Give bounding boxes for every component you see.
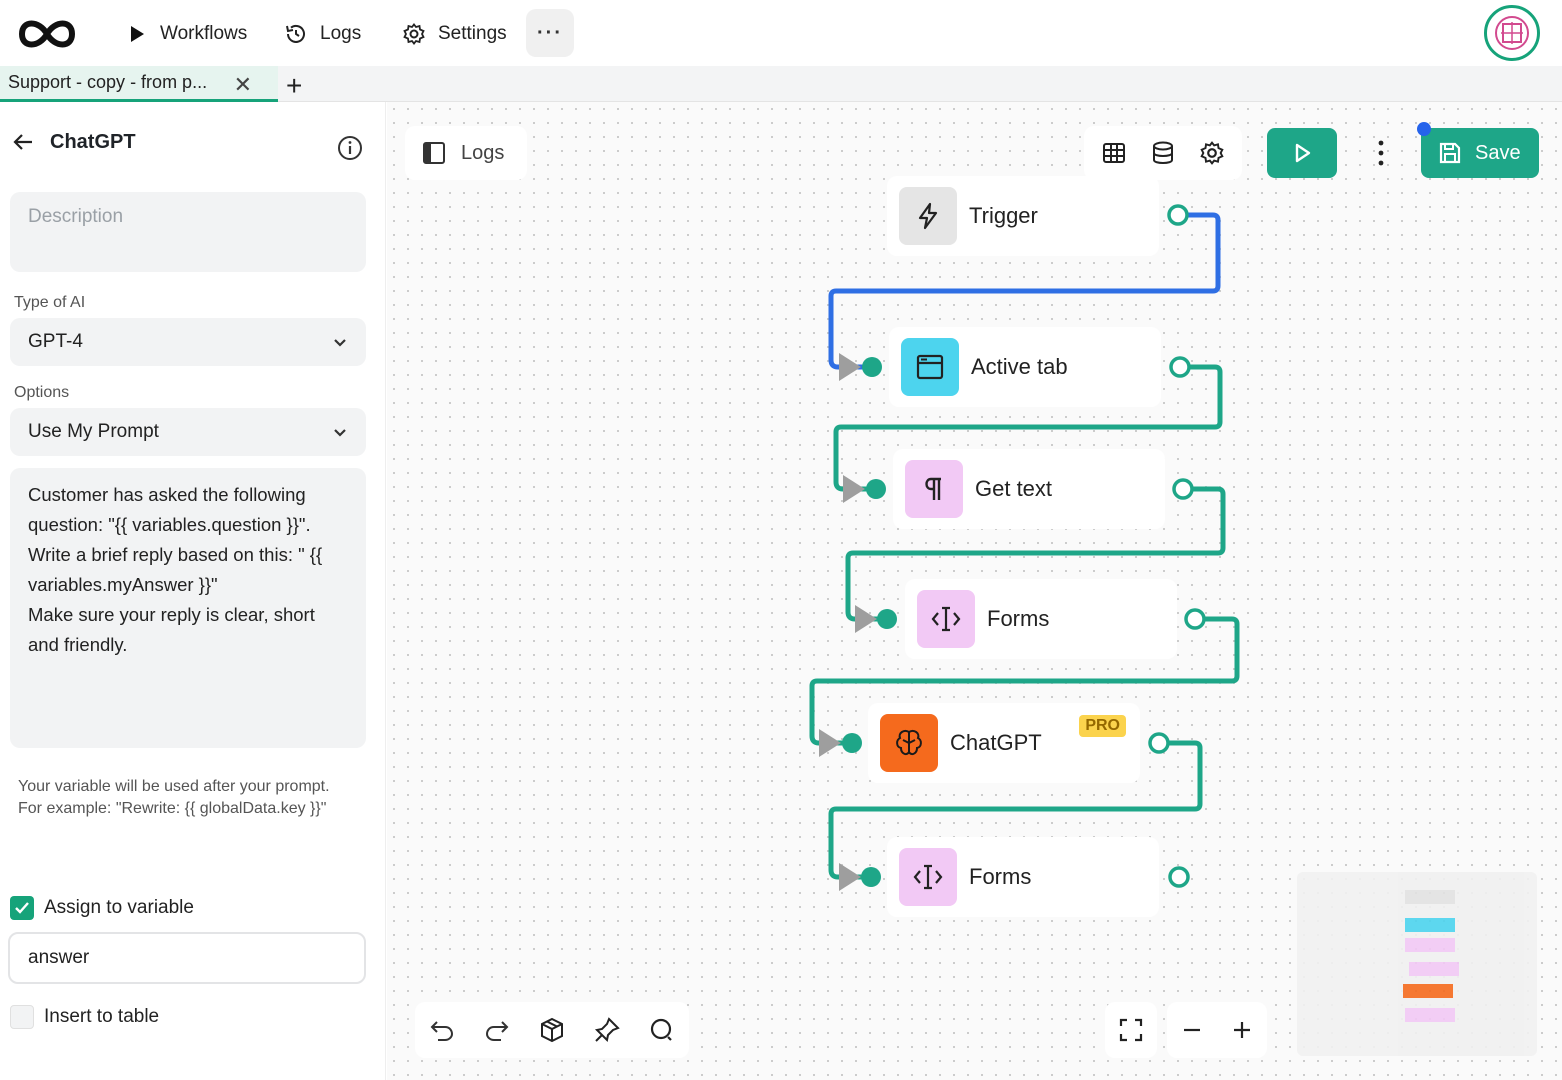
floppy-disk-icon [1439, 142, 1461, 164]
node-get-text[interactable]: Get text [893, 449, 1165, 529]
type-of-ai-value: GPT-4 [28, 331, 83, 352]
type-of-ai-label: Type of AI [14, 294, 86, 311]
workflow-canvas[interactable]: Logs Save Trigger Active tab Get text Fo… [387, 102, 1562, 1080]
minimap-node [1405, 1008, 1455, 1022]
play-icon [131, 26, 144, 42]
assign-variable-row[interactable]: Assign to variable [10, 896, 194, 920]
logs-panel-button[interactable]: Logs [405, 126, 527, 180]
kebab-menu-icon [1378, 140, 1384, 166]
insert-table-checkbox[interactable] [10, 1005, 34, 1029]
node-active-tab[interactable]: Active tab [889, 327, 1161, 407]
more-button[interactable]: ··· [526, 9, 574, 57]
minimap-node [1405, 918, 1455, 932]
undo-icon[interactable] [428, 1016, 456, 1044]
sidebar-title: ChatGPT [50, 130, 136, 153]
sidebar-header: ChatGPT [12, 130, 136, 154]
node-trigger[interactable]: Trigger [887, 176, 1159, 256]
nav-settings-label: Settings [438, 23, 507, 44]
close-icon[interactable]: ✕ [234, 72, 252, 98]
pin-icon[interactable] [593, 1016, 621, 1044]
prompt-textarea[interactable]: Customer has asked the following questio… [10, 468, 366, 748]
save-button[interactable]: Save [1421, 128, 1539, 178]
unsaved-indicator [1417, 122, 1431, 136]
insert-table-label: Insert to table [44, 1006, 160, 1027]
text-cursor-icon [899, 848, 957, 906]
minimap-node [1403, 984, 1453, 998]
pro-badge: PRO [1079, 715, 1126, 737]
add-tab-button[interactable]: + [286, 70, 302, 102]
assign-variable-label: Assign to variable [44, 897, 194, 918]
paragraph-icon [905, 460, 963, 518]
options-value: Use My Prompt [28, 421, 159, 442]
more-options-button[interactable] [1361, 128, 1401, 178]
zoom-in-icon[interactable] [1230, 1018, 1254, 1042]
minimap-node [1405, 938, 1455, 952]
assign-variable-checkbox[interactable] [10, 896, 34, 920]
save-button-label: Save [1475, 141, 1521, 164]
canvas-toolbar [1084, 126, 1242, 180]
nav-logs[interactable]: Logs [280, 14, 365, 54]
minimap[interactable] [1297, 872, 1537, 1056]
sidebar-panel-icon [423, 142, 445, 164]
node-forms-2[interactable]: Forms [887, 837, 1159, 917]
nav-settings[interactable]: Settings [398, 14, 511, 54]
gear-icon [403, 23, 425, 45]
run-workflow-button[interactable] [1267, 128, 1337, 178]
node-label: Trigger [969, 203, 1038, 228]
workflow-tab-label: Support - copy - from p... [8, 72, 208, 92]
zoom-controls [1167, 1002, 1267, 1058]
table-icon[interactable] [1101, 140, 1127, 166]
text-cursor-icon [917, 590, 975, 648]
node-label: Forms [969, 864, 1032, 889]
options-select[interactable]: Use My Prompt [10, 408, 366, 456]
play-icon [1295, 143, 1311, 163]
lightning-icon [899, 187, 957, 245]
tab-bar: Support - copy - from p... ✕ + [0, 66, 1562, 102]
gear-icon[interactable] [1199, 140, 1225, 166]
nav-workflows-label: Workflows [160, 23, 248, 44]
minimap-node [1405, 890, 1455, 904]
top-bar: Workflows Logs Settings ··· [0, 0, 1562, 66]
variable-hint: Your variable will be used after your pr… [18, 778, 330, 817]
node-label: ChatGPT [950, 730, 1042, 755]
node-label: Forms [987, 606, 1050, 631]
browser-window-icon [901, 338, 959, 396]
node-label: Get text [975, 476, 1053, 501]
workflow-tab[interactable]: Support - copy - from p... ✕ [0, 66, 278, 102]
chevron-down-icon [334, 429, 346, 437]
block-editor-sidebar: ChatGPT Description Type of AI GPT-4 Opt… [0, 102, 386, 1080]
insert-table-row[interactable]: Insert to table [10, 1005, 159, 1029]
brain-icon [880, 714, 938, 772]
zoom-out-icon[interactable] [1180, 1018, 1204, 1042]
fullscreen-control [1105, 1002, 1157, 1058]
node-forms[interactable]: Forms [905, 579, 1177, 659]
redo-icon[interactable] [483, 1016, 511, 1044]
description-field[interactable]: Description [10, 192, 366, 272]
back-arrow-icon[interactable] [12, 130, 36, 154]
fullscreen-icon[interactable] [1117, 1016, 1145, 1044]
nav-workflows[interactable]: Workflows [120, 14, 251, 54]
options-label: Options [14, 384, 70, 401]
history-icon [286, 24, 305, 43]
checkmark-icon [15, 902, 29, 914]
logo-icon[interactable] [14, 12, 80, 56]
node-chatgpt[interactable]: ChatGPT PRO [868, 703, 1140, 783]
info-icon[interactable] [336, 134, 364, 162]
avatar[interactable] [1484, 5, 1540, 61]
package-icon[interactable] [538, 1016, 566, 1044]
type-of-ai-select[interactable]: GPT-4 [10, 318, 366, 366]
database-icon[interactable] [1150, 140, 1176, 166]
avatar-icon [1495, 16, 1529, 50]
node-label: Active tab [971, 354, 1068, 379]
logs-panel-label: Logs [461, 141, 505, 164]
variable-name-input[interactable]: answer [8, 932, 366, 984]
edit-toolbar [415, 1002, 689, 1058]
nav-logs-label: Logs [320, 23, 362, 44]
chevron-down-icon [334, 339, 346, 347]
search-icon[interactable] [648, 1016, 676, 1044]
minimap-node [1409, 962, 1459, 976]
